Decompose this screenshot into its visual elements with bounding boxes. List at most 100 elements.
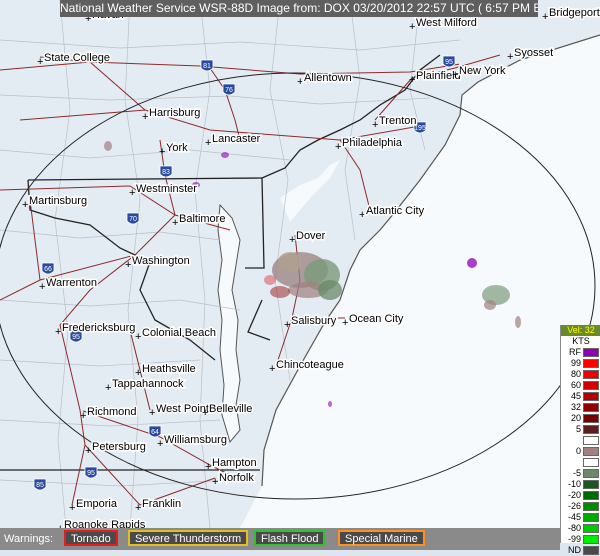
interstate-shield-icon: 81 — [200, 59, 214, 72]
city-plus-icon: + — [542, 11, 548, 23]
city-plus-icon: + — [157, 438, 163, 450]
legend-color-swatch — [583, 436, 599, 445]
city-label: Emporia — [76, 498, 118, 510]
city-marker: +Roanoke Rapids — [57, 518, 147, 529]
city-plus-icon: + — [289, 234, 295, 246]
city-plus-icon: + — [297, 76, 303, 88]
city-label: Trenton — [379, 115, 417, 127]
legend-row: 5 — [561, 424, 600, 435]
legend-row-label: 60 — [570, 380, 581, 390]
legend-row-label: 32 — [570, 402, 581, 412]
legend-color-swatch — [583, 359, 599, 368]
city-plus-icon: + — [80, 410, 86, 422]
legend-row: -80 — [561, 523, 600, 534]
city-label: Martinsburg — [29, 195, 87, 207]
legend-row-label: -5 — [572, 468, 581, 478]
legend-row: 60 — [561, 380, 600, 391]
legend-row: 32 — [561, 402, 600, 413]
legend-row: 80 — [561, 369, 600, 380]
city-label: Franklin — [142, 498, 181, 510]
legend-row-label: ND — [568, 545, 581, 555]
city-plus-icon: + — [172, 217, 178, 229]
legend-color-swatch — [583, 370, 599, 379]
interstate-number: 66 — [44, 266, 52, 273]
city-plus-icon: + — [205, 137, 211, 149]
city-plus-icon: + — [205, 461, 211, 473]
city-label: Warrenton — [46, 277, 97, 289]
radar-map[interactable]: 81769519583706695648595 + Bridgeport+ West… — [0, 0, 600, 528]
city-plus-icon: + — [142, 111, 148, 123]
city-label: Colonial Beach — [142, 327, 216, 339]
city-plus-icon: + — [269, 363, 275, 375]
legend-row: 99 — [561, 358, 600, 369]
city-label: Richmond — [87, 406, 137, 418]
legend-color-swatch — [583, 546, 599, 555]
city-plus-icon: + — [85, 445, 91, 457]
city-plus-icon: + — [372, 119, 378, 131]
interstate-number: 76 — [225, 87, 233, 94]
legend-color-swatch — [583, 480, 599, 489]
interstate-number: 64 — [151, 429, 159, 436]
legend-color-swatch — [583, 403, 599, 412]
city-label: Norfolk — [219, 472, 254, 484]
interstate-number: 83 — [162, 169, 170, 176]
legend-row: -99 — [561, 534, 600, 545]
tornado-warning-button[interactable]: Tornado — [64, 530, 118, 546]
legend-color-swatch — [583, 392, 599, 401]
city-plus-icon: + — [105, 382, 111, 394]
city-plus-icon: + — [125, 259, 131, 271]
city-label: Washington — [132, 255, 190, 267]
flash-flood-warning-button[interactable]: Flash Flood — [254, 530, 326, 546]
city-label: Tappahannock — [112, 378, 184, 390]
legend-row: -5 — [561, 468, 600, 479]
city-plus-icon: + — [452, 69, 458, 81]
legend-color-swatch — [583, 425, 599, 434]
special-marine-warning-button[interactable]: Special Marine — [338, 530, 425, 546]
city-label: Chincoteague — [276, 359, 344, 371]
legend-color-swatch — [583, 348, 599, 357]
radar-viewer: 81 76 95 195 83 70 66 95 64 85 95 + Bridgeport + West… — [0, 0, 600, 555]
severe-thunderstorm-warning-button[interactable]: Severe Thunderstorm — [128, 530, 249, 546]
city-plus-icon: + — [129, 187, 135, 199]
city-label: Hampton — [212, 457, 257, 469]
city-label: Heathsville — [142, 363, 196, 375]
legend-color-swatch — [583, 524, 599, 533]
legend-row — [561, 457, 600, 468]
title-bar: National Weather Service WSR-88D Image f… — [60, 0, 538, 17]
legend-color-swatch — [583, 414, 599, 423]
legend-row-label: 80 — [570, 369, 581, 379]
legend-header: Vel: 32 — [561, 325, 600, 336]
city-plus-icon: + — [409, 74, 415, 86]
city-plus-icon: + — [342, 317, 348, 329]
legend-row: -20 — [561, 490, 600, 501]
legend-row: -26 — [561, 501, 600, 512]
city-plus-icon: + — [135, 502, 141, 514]
interstate-number: 81 — [203, 63, 211, 70]
legend-row: -10 — [561, 479, 600, 490]
city-label: Westminster — [136, 183, 197, 195]
legend-row-label: 5 — [575, 424, 581, 434]
city-label: Syosset — [514, 47, 553, 59]
city-label: Baltimore — [179, 213, 225, 225]
legend-row-label: -80 — [567, 523, 581, 533]
legend-row-label: 99 — [570, 358, 581, 368]
legend-row-label: -99 — [567, 534, 581, 544]
legend-color-swatch — [583, 502, 599, 511]
city-label: Philadelphia — [342, 137, 403, 149]
city-plus-icon: + — [335, 141, 341, 153]
legend-row-label: 20 — [570, 413, 581, 423]
legend-row-label: -45 — [567, 512, 581, 522]
city-plus-icon: + — [409, 21, 415, 33]
legend-row-label: 45 — [570, 391, 581, 401]
city-label: Allentown — [304, 72, 352, 84]
city-plus-icon: + — [507, 51, 513, 63]
interstate-shield-icon: 83 — [159, 165, 173, 178]
warnings-bar: Warnings: Tornado Severe Thunderstorm Fl… — [0, 528, 560, 550]
city-plus-icon: + — [149, 407, 155, 419]
interstate-shield-icon: 64 — [148, 425, 162, 438]
legend-row-label: -26 — [567, 501, 581, 511]
interstate-shield-icon: 66 — [41, 262, 55, 275]
interstate-shield-icon: 95 — [442, 55, 456, 68]
legend-row-label: -20 — [567, 490, 581, 500]
legend-color-swatch — [583, 491, 599, 500]
